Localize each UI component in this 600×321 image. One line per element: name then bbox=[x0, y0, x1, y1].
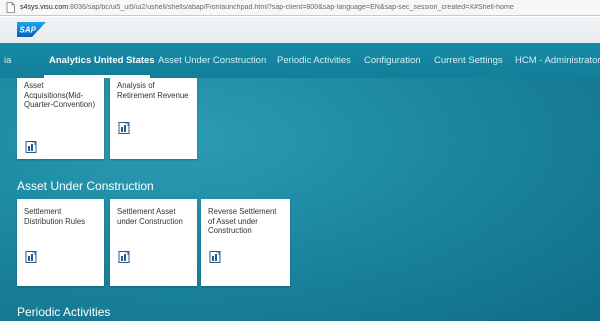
sap-logo[interactable]: SAP bbox=[17, 22, 46, 37]
report-icon bbox=[209, 251, 221, 263]
tile-title: Analysis of Retirement Revenue bbox=[117, 81, 189, 100]
group-tab-bar: ia Analytics United States Asset Under C… bbox=[0, 43, 600, 78]
tile-settlement-distribution-rules[interactable]: Settlement Distribution Rules bbox=[17, 199, 104, 286]
tab-current-settings[interactable]: Current Settings bbox=[434, 55, 503, 66]
tab-analytics-united-states[interactable]: Analytics United States bbox=[49, 55, 155, 66]
tile-title: Asset Acquisitions(Mid-Quarter-Conventio… bbox=[24, 81, 96, 109]
tile-settlement-asset-under-construction[interactable]: Settlement Asset under Construction bbox=[110, 199, 197, 286]
tab-asset-under-construction[interactable]: Asset Under Construction bbox=[158, 55, 266, 66]
tab-hcm-administrator[interactable]: HCM - Administrator bbox=[515, 55, 600, 66]
report-icon bbox=[118, 122, 130, 134]
url-text[interactable]: s4sys.visu.com:8036/sap/bc/ui5_ui5/ui2/u… bbox=[20, 4, 514, 11]
tile-analysis-of-retirement-revenue[interactable]: Analysis of Retirement Revenue bbox=[110, 78, 197, 159]
tile-title: Settlement Asset under Construction bbox=[117, 207, 183, 226]
url-host: s4sys.visu.com bbox=[20, 4, 69, 11]
tile-asset-acquisitions[interactable]: Asset Acquisitions(Mid-Quarter-Conventio… bbox=[17, 78, 104, 159]
report-icon bbox=[25, 251, 37, 263]
report-icon bbox=[25, 141, 37, 153]
page-icon bbox=[5, 2, 16, 13]
browser-address-bar[interactable]: s4sys.visu.com:8036/sap/bc/ui5_ui5/ui2/u… bbox=[0, 0, 600, 16]
shell-bar: SAP bbox=[0, 17, 600, 43]
group-title-asset-under-construction: Asset Under Construction bbox=[17, 179, 154, 193]
tab-partial[interactable]: ia bbox=[4, 55, 11, 66]
tile-title: Settlement Distribution Rules bbox=[24, 207, 86, 226]
fiori-launchpad: SAP ia Analytics United States Asset Und… bbox=[0, 17, 600, 321]
tab-periodic-activities[interactable]: Periodic Activities bbox=[277, 55, 351, 66]
tile-title: Reverse Settlement of Asset under Constr… bbox=[208, 207, 277, 235]
sap-logo-text: SAP bbox=[20, 26, 37, 35]
group-title-periodic-activities: Periodic Activities bbox=[17, 305, 111, 319]
tile-reverse-settlement-of-auc[interactable]: Reverse Settlement of Asset under Constr… bbox=[201, 199, 290, 286]
tab-configuration[interactable]: Configuration bbox=[364, 55, 421, 66]
url-path: :8036/sap/bc/ui5_ui5/ui2/ushell/shells/a… bbox=[68, 4, 514, 11]
report-icon bbox=[118, 251, 130, 263]
